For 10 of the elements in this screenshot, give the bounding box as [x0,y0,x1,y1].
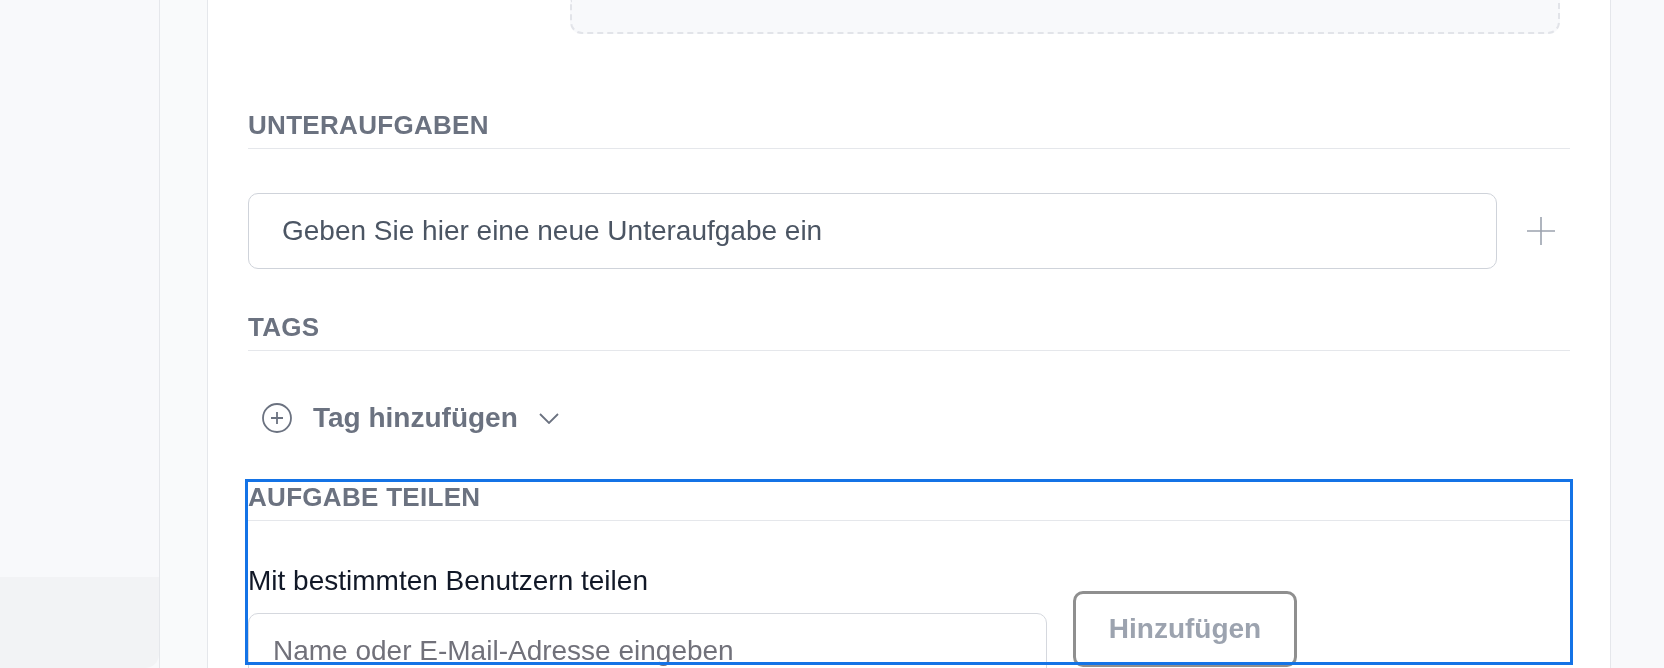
plus-icon[interactable] [1527,217,1555,245]
input-field[interactable]: Name oder E-Mail-Adresse eingeben [248,613,1047,668]
input-field[interactable]: Geben Sie hier eine neue Unteraufgabe ein [248,193,1497,269]
chevron-down-icon [538,412,559,424]
field-label: Mit bestimmten Benutzern teilen [248,564,648,598]
section-heading: UNTERAUFGABEN [248,110,489,140]
plus-circle-icon [262,403,292,433]
section-heading: AUFGABE TEILEN [248,482,481,512]
add-tag-button[interactable]: Tag hinzufügen [248,394,559,442]
section-heading: TAGS [248,312,320,342]
